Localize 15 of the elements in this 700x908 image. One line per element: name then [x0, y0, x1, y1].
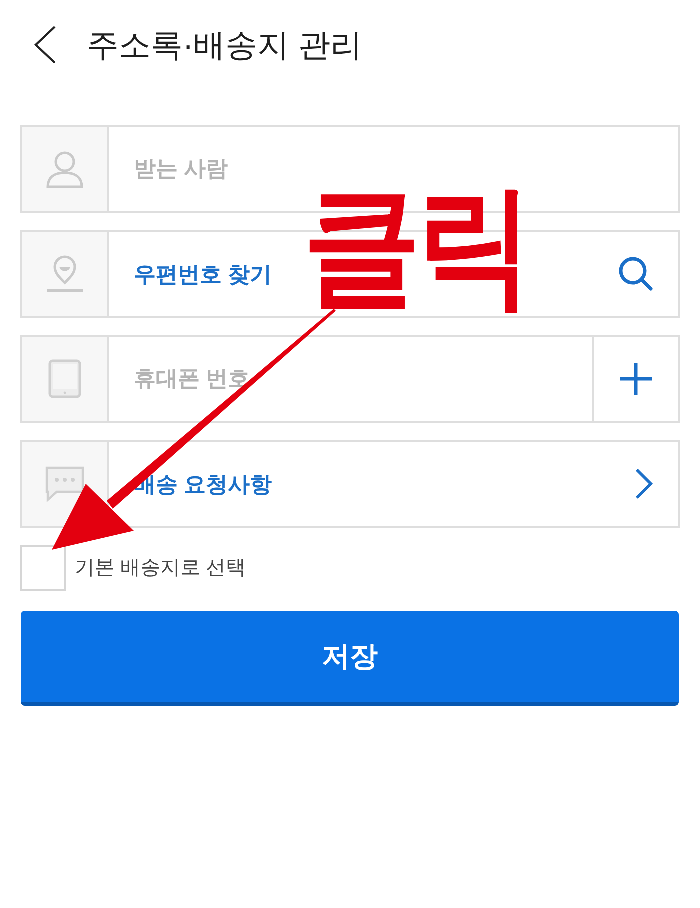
person-icon: [44, 149, 84, 189]
back-button[interactable]: [32, 24, 58, 66]
tablet-icon: [48, 359, 82, 399]
page-title: 주소록·배송지 관리: [87, 29, 363, 61]
add-phone-button[interactable]: [594, 335, 680, 423]
chevron-right-icon: [635, 468, 653, 500]
location-pin-icon: [44, 255, 84, 293]
checkbox-label: 기본 배송지로 선택: [75, 556, 246, 581]
chat-bubble-icon: [44, 465, 84, 503]
checkbox[interactable]: [20, 545, 66, 591]
search-icon: [618, 256, 654, 292]
back-icon: [33, 25, 57, 65]
save-button[interactable]: 저장: [21, 611, 679, 706]
phone-input[interactable]: 휴대폰 번호: [109, 335, 594, 423]
plus-icon: [620, 363, 652, 395]
